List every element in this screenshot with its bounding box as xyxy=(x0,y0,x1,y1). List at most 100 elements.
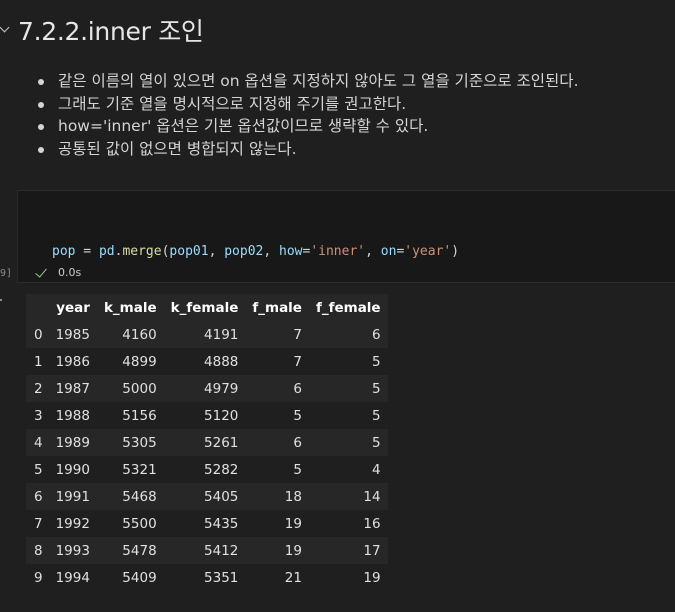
table-row: 3 1988 5156 5120 5 5 xyxy=(26,402,388,429)
table-row: 4 1989 5305 5261 6 5 xyxy=(26,429,388,456)
row-index: 3 xyxy=(34,407,43,424)
table-cell: 4888 xyxy=(204,353,239,370)
table-cell: 14 xyxy=(363,488,381,505)
code-token: 'year' xyxy=(404,244,452,259)
table-cell: 6 xyxy=(372,326,381,343)
table-cell: 5412 xyxy=(204,542,239,559)
execution-time: 0.0s xyxy=(58,266,82,279)
table-cell: 4160 xyxy=(122,326,157,343)
table-cell: 19 xyxy=(284,515,302,532)
table-cell: 18 xyxy=(284,488,302,505)
code-token: ) xyxy=(451,244,460,259)
table-row: 8 1993 5478 5412 19 17 xyxy=(26,537,388,564)
table-cell: 5478 xyxy=(122,542,157,559)
column-header-index xyxy=(26,294,49,321)
row-index: 7 xyxy=(34,515,43,532)
table-cell: 5000 xyxy=(122,380,157,397)
row-index: 9 xyxy=(34,569,43,586)
code-token: how xyxy=(279,244,303,259)
table-cell: 4899 xyxy=(122,353,157,370)
code-token: merge xyxy=(122,244,162,259)
column-header: f_male xyxy=(245,294,309,321)
table-cell: 5305 xyxy=(122,434,157,451)
row-index: 6 xyxy=(34,488,43,505)
check-icon xyxy=(35,264,47,278)
bullet-item: 그래도 기준 열을 명시적으로 지정해 주기를 권고한다. xyxy=(30,93,579,116)
table-cell: 1989 xyxy=(55,434,90,451)
code-token: 'inner' xyxy=(310,244,366,259)
table-cell: 1994 xyxy=(55,569,90,586)
code-token: , xyxy=(365,244,381,259)
table-cell: 21 xyxy=(284,569,302,586)
column-header: k_male xyxy=(96,294,164,321)
code-token: pop xyxy=(52,244,76,259)
code-token: pd xyxy=(98,244,115,259)
table-cell: 6 xyxy=(293,380,302,397)
table-cell: 5409 xyxy=(122,569,157,586)
table-cell: 17 xyxy=(363,542,381,559)
code-token: = xyxy=(75,244,99,259)
dataframe-table: year k_male k_female f_male f_female 0 19… xyxy=(26,294,388,591)
table-cell: 5351 xyxy=(204,569,239,586)
table-cell: 5120 xyxy=(204,407,239,424)
table-cell: 5282 xyxy=(204,461,239,478)
table-cell: 5468 xyxy=(122,488,157,505)
table-cell: 7 xyxy=(293,326,302,343)
column-header: k_female xyxy=(163,294,246,321)
code-line-1: pop = pd.merge(pop01, pop02, how='inner'… xyxy=(52,242,459,261)
table-row: 1 1986 4899 4888 7 5 xyxy=(26,348,388,375)
table-cell: 16 xyxy=(363,515,381,532)
row-index: 2 xyxy=(34,380,43,397)
table-cell: 5500 xyxy=(122,515,157,532)
table-row: 5 1990 5321 5282 5 4 xyxy=(26,456,388,483)
table-cell: 1992 xyxy=(55,515,90,532)
code-cell[interactable]: pop = pd.merge(pop01, pop02, how='inner'… xyxy=(17,190,675,373)
code-token: on xyxy=(380,244,397,259)
column-header: f_female xyxy=(308,294,388,321)
table-row: 2 1987 5000 4979 6 5 xyxy=(26,375,388,402)
table-cell: 1986 xyxy=(55,353,90,370)
table-cell: 5435 xyxy=(204,515,239,532)
bullet-item: 공통된 값이 없으면 병합되지 않는다. xyxy=(30,138,579,161)
row-index: 1 xyxy=(34,353,43,370)
markdown-heading-row: 7.2.2.inner 조인 xyxy=(0,10,204,50)
execution-status: 0.0s xyxy=(34,264,82,279)
row-index: 0 xyxy=(34,326,43,343)
bullet-list: 같은 이름의 열이 있으면 on 옵션을 지정하지 않아도 그 열을 기준으로 … xyxy=(30,70,579,160)
table-cell: 1988 xyxy=(55,407,90,424)
table-cell: 5 xyxy=(372,407,381,424)
section-heading: 7.2.2.inner 조인 xyxy=(18,17,204,46)
table-cell: 5 xyxy=(372,380,381,397)
output-collapse-marker[interactable] xyxy=(0,299,2,301)
table-row: 6 1991 5468 5405 18 14 xyxy=(26,483,388,510)
table-cell: 4191 xyxy=(204,326,239,343)
code-token: pop01 xyxy=(169,244,209,259)
table-cell: 4 xyxy=(372,461,381,478)
table-cell: 5321 xyxy=(122,461,157,478)
table-cell: 6 xyxy=(293,434,302,451)
table-cell: 5 xyxy=(293,407,302,424)
table-row: 7 1992 5500 5435 19 16 xyxy=(26,510,388,537)
table-cell: 1993 xyxy=(55,542,90,559)
table-cell: 5 xyxy=(372,434,381,451)
table-cell: 1990 xyxy=(55,461,90,478)
table-cell: 1991 xyxy=(55,488,90,505)
code-token: pop02 xyxy=(224,244,264,259)
table-row: 0 1985 4160 4191 7 6 xyxy=(26,321,388,348)
column-header: year xyxy=(48,294,97,321)
chevron-down-icon[interactable] xyxy=(0,22,10,32)
table-cell: 19 xyxy=(284,542,302,559)
table-cell: 7 xyxy=(293,353,302,370)
table-cell: 5156 xyxy=(122,407,157,424)
table-cell: 5 xyxy=(293,461,302,478)
table-cell: 19 xyxy=(363,569,381,586)
code-token: , xyxy=(263,244,280,259)
execution-count: 9] xyxy=(0,268,13,279)
table-cell: 1985 xyxy=(55,326,90,343)
code-token: , xyxy=(208,244,225,259)
row-index: 5 xyxy=(34,461,43,478)
table-cell: 1987 xyxy=(55,380,90,397)
table-cell: 5 xyxy=(372,353,381,370)
bullet-item: how='inner' 옵션은 기본 옵션값이므로 생략할 수 있다. xyxy=(30,115,579,138)
table-cell: 4979 xyxy=(204,380,239,397)
